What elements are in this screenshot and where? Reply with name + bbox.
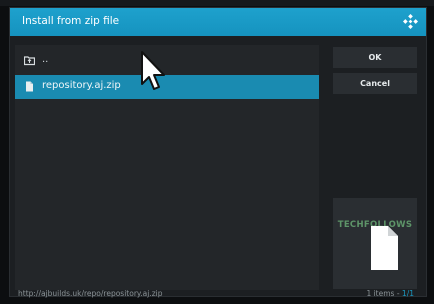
screen: Install from zip file .. repository.aj.z… — [0, 0, 434, 304]
file-icon — [26, 81, 33, 92]
page-indicator: 1/1 — [401, 289, 414, 298]
folder-up-icon — [24, 56, 35, 66]
dialog-title: Install from zip file — [22, 15, 120, 27]
current-path: http://ajbuilds.uk/repo/repository.aj.zi… — [18, 289, 163, 298]
document-icon — [371, 226, 398, 270]
list-item-label: repository.aj.zip — [42, 80, 121, 91]
ok-button[interactable]: OK — [333, 47, 417, 68]
install-zip-dialog: Install from zip file .. repository.aj.z… — [9, 7, 427, 298]
kodi-logo-icon — [403, 14, 418, 29]
background-bar — [0, 0, 434, 6]
item-count: 1 items - 1/1 — [366, 289, 414, 298]
item-count-text: 1 items - — [366, 289, 402, 298]
cancel-button[interactable]: Cancel — [333, 73, 417, 94]
dialog-titlebar: Install from zip file — [10, 8, 426, 36]
list-item-label: .. — [42, 54, 49, 65]
mouse-pointer-icon — [141, 51, 165, 90]
thumbnail-preview: TECHFOLLOWS — [333, 198, 417, 289]
